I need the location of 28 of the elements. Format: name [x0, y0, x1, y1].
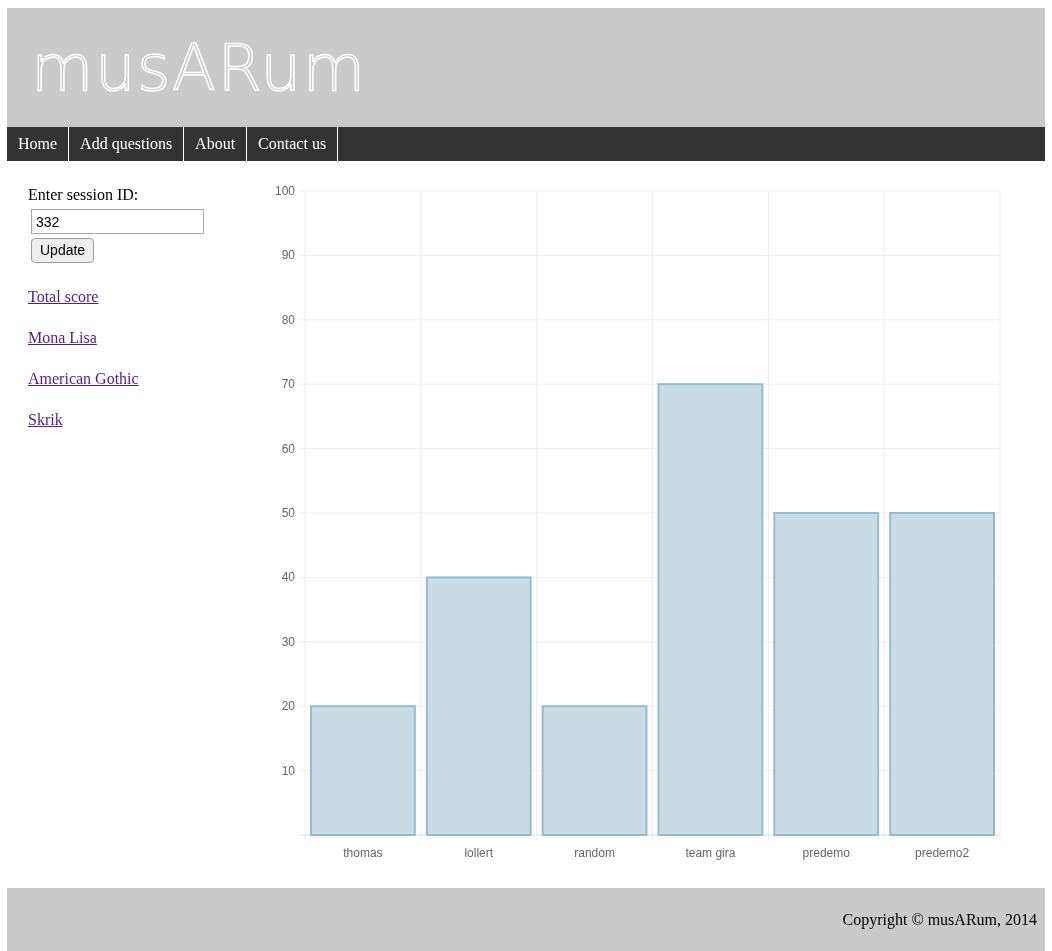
nav-link[interactable]: About — [184, 127, 248, 161]
axis-label: predemo2 — [915, 846, 970, 860]
axis-label: thomas — [343, 846, 383, 860]
sidebar-link[interactable]: American Gothic — [28, 368, 139, 390]
sidebar-link[interactable]: Total score — [28, 286, 99, 308]
axis-label: predemo — [802, 846, 850, 860]
axis-label: 40 — [281, 570, 295, 585]
axis-label: 90 — [281, 248, 295, 263]
field-label: Enter session ID: — [28, 185, 140, 205]
sidebar-link[interactable]: Mona Lisa — [28, 327, 97, 349]
sidebar-link[interactable]: Skrik — [28, 409, 63, 431]
axis-label: 10 — [281, 763, 295, 778]
nav-link[interactable]: Home — [7, 127, 70, 161]
axis-label: random — [574, 846, 615, 860]
axis-label: 30 — [281, 634, 295, 649]
axis-label: 80 — [281, 312, 295, 327]
update-button[interactable]: Update — [31, 238, 95, 263]
session-id-field[interactable]: 332 — [31, 209, 204, 234]
axis-label: 50 — [281, 506, 295, 520]
axis-label: 70 — [281, 377, 295, 392]
axis-label: 60 — [281, 441, 295, 456]
axis-label: team gira — [685, 846, 736, 860]
axis-label: 100 — [274, 184, 295, 198]
nav-link[interactable]: Add questions — [69, 127, 185, 161]
nav-link[interactable]: Contact us — [247, 127, 339, 161]
copyright-text: Copyright © musARum, 2014 — [842, 909, 1037, 931]
axis-label: lollert — [464, 846, 494, 860]
axis-label: 20 — [281, 699, 295, 714]
